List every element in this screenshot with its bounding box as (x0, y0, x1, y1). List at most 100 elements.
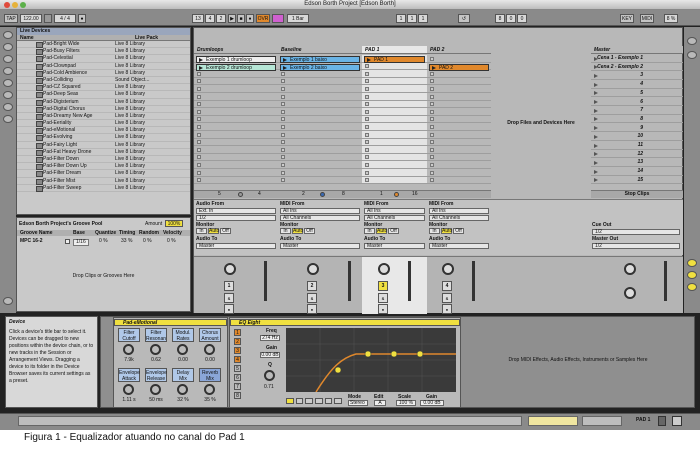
track-header-pad2[interactable]: PAD 2 (427, 46, 491, 54)
clip-stop-icon[interactable] (430, 147, 434, 152)
clip-stop-icon[interactable] (281, 71, 285, 76)
eq-mode-select[interactable]: Stereo (348, 400, 368, 406)
track4-monitor-in[interactable]: In (429, 228, 440, 234)
track2-arm-button[interactable]: ● (307, 304, 317, 314)
clip-slot[interactable] (362, 161, 427, 169)
groove-pool-toggle-icon[interactable] (3, 297, 13, 305)
position-beat-field[interactable]: 4 (205, 14, 215, 23)
clip-slot[interactable] (278, 146, 362, 154)
clip-stop-icon[interactable] (197, 132, 201, 137)
midi-map-button[interactable]: MIDI (640, 14, 654, 23)
track1-input-channel-select[interactable]: 1/2 (196, 215, 276, 221)
session-view-icon[interactable] (687, 37, 697, 45)
clip-slot[interactable] (194, 116, 278, 124)
eq-band-3-switch[interactable]: 3 (234, 347, 241, 354)
clip-stop-icon[interactable] (197, 170, 201, 175)
browser-row[interactable]: Pad-Colliding Sound Object... (17, 77, 190, 85)
eq-filter-notch-icon[interactable] (315, 398, 323, 404)
loop-start-field[interactable]: 1 (396, 14, 406, 23)
track4-monitor-off[interactable]: Off (453, 228, 464, 234)
clip-stop-icon[interactable] (365, 162, 369, 167)
clip-slot[interactable] (362, 115, 427, 124)
master-pan-knob[interactable] (624, 287, 636, 299)
track2-input-type-select[interactable]: All Ins (280, 208, 360, 214)
clip-baixo-1[interactable]: Exemplo 1 baixo (280, 56, 360, 63)
browser-row[interactable]: Pad-Celestial Live 8 Library (17, 55, 190, 63)
browser-row[interactable]: Pad-Fat Heavy Drone Live 8 Library (17, 149, 190, 157)
clip-stop-icon[interactable] (197, 102, 201, 107)
track2-monitor-in[interactable]: In (280, 228, 291, 234)
track1-monitor-in[interactable]: In (196, 228, 207, 234)
browser-row[interactable]: Pad-Filter Dream Live 8 Library (17, 170, 190, 178)
overview-clip-icon[interactable] (528, 416, 578, 426)
clip-slot[interactable] (278, 154, 362, 162)
eq-filter-highcut-icon[interactable] (334, 398, 343, 404)
scene-launch[interactable]: 15 (591, 177, 683, 185)
clip-stop-icon[interactable] (197, 147, 201, 152)
clip-stop-icon[interactable] (365, 109, 369, 114)
packs-icon[interactable] (3, 91, 13, 99)
clip-stop-icon[interactable] (281, 140, 285, 145)
clip-stop-icon[interactable] (281, 132, 285, 137)
clip-stop-icon[interactable] (197, 140, 201, 145)
clip-stop-icon[interactable] (430, 79, 434, 84)
clip-slot[interactable] (194, 161, 278, 169)
file-browser-1-icon[interactable] (3, 55, 13, 63)
clip-slot[interactable] (194, 146, 278, 154)
eq-band-6-switch[interactable]: 6 (234, 374, 241, 381)
track3-arm-button[interactable]: ● (378, 304, 388, 314)
nudge-icon[interactable] (44, 14, 52, 23)
track2-pan-knob[interactable] (307, 263, 319, 275)
loop-start-beat-field[interactable]: 1 (407, 14, 417, 23)
scene-launch[interactable]: 7 (591, 107, 683, 115)
clip-slot[interactable] (278, 116, 362, 124)
scene-launch[interactable]: Cena 1 - Exemplo 1 (591, 55, 683, 63)
clip-stop-icon[interactable] (365, 117, 369, 122)
track4-arm-button[interactable]: ● (442, 304, 452, 314)
scene-launch[interactable]: 14 (591, 168, 683, 176)
clip-stop-icon[interactable] (365, 170, 369, 175)
browser-row[interactable]: Pad-Fairy Light Live 8 Library (17, 142, 190, 149)
macro-1-knob[interactable] (123, 344, 134, 355)
track-header-baseline[interactable]: Baseline (278, 46, 362, 54)
io-toggle-icon[interactable] (687, 259, 697, 267)
clip-stop-icon[interactable] (365, 86, 369, 91)
clip-stop-icon[interactable] (281, 178, 285, 183)
browser-row[interactable]: Pad-Deep Seas Live 8 Library (17, 91, 190, 99)
macro-3-label[interactable]: Modul. Rates (172, 328, 194, 342)
eq-gain-value[interactable]: 0.00 dB (260, 352, 280, 358)
clip-stop-icon[interactable] (281, 117, 285, 122)
clip-slot[interactable] (194, 169, 278, 177)
column-location[interactable]: Live Pack (135, 35, 158, 41)
macro-6-label[interactable]: Envelope Release (145, 368, 167, 382)
clip-slot[interactable] (194, 177, 278, 185)
clip-slot[interactable] (278, 70, 362, 78)
clip-slot[interactable] (194, 108, 278, 116)
live-devices-icon[interactable] (3, 31, 13, 39)
hot-swap-icon[interactable] (3, 103, 13, 111)
clip-slot[interactable] (278, 177, 362, 185)
track2-input-channel-select[interactable]: All Channels (280, 215, 360, 221)
clip-stop-icon[interactable] (430, 162, 434, 167)
eq-scale-field[interactable]: 100 % (396, 400, 416, 406)
track4-input-type-select[interactable]: All Ins (429, 208, 489, 214)
clip-slot[interactable] (427, 55, 491, 63)
stop-icon[interactable]: ■ (237, 14, 245, 23)
scene-launch[interactable]: 8 (591, 116, 683, 124)
clip-slot[interactable] (427, 70, 491, 78)
file-browser-3-icon[interactable] (3, 79, 13, 87)
eq-filter-lowcut-icon[interactable] (286, 398, 294, 404)
clip-slot[interactable] (278, 93, 362, 101)
clip-stop-icon[interactable] (430, 109, 434, 114)
tempo-field[interactable]: 122.00 (20, 14, 42, 23)
pad-emotional-title-bar[interactable]: Pad-eMotional (114, 319, 227, 326)
scene-launch[interactable]: 10 (591, 133, 683, 141)
track-header-pad1[interactable]: PAD 1 (362, 46, 427, 54)
clip-slot[interactable] (194, 154, 278, 162)
loop-length-bar-field[interactable]: 8 (495, 14, 505, 23)
clip-slot[interactable] (427, 108, 491, 116)
clip-slot[interactable] (194, 93, 278, 101)
loop-start-sub-field[interactable]: 1 (418, 14, 428, 23)
clip-slot[interactable] (194, 78, 278, 86)
mixer-toggle-icon[interactable] (687, 283, 697, 291)
